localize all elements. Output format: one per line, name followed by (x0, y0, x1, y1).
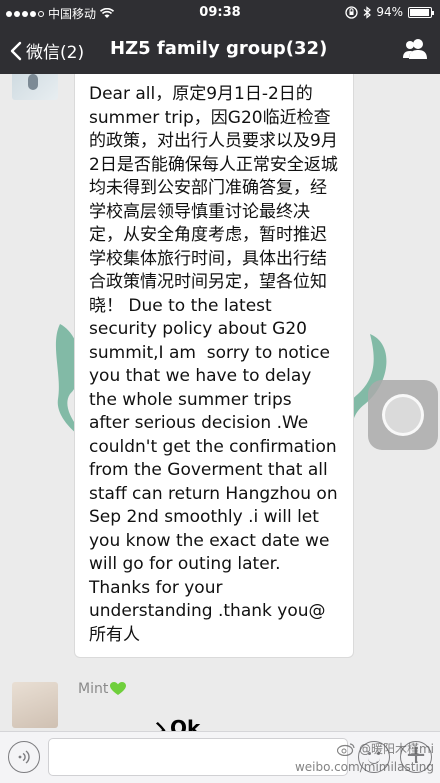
battery-icon (408, 6, 434, 18)
avatar[interactable] (12, 682, 58, 728)
green-heart-icon (110, 682, 127, 695)
chevron-left-icon (10, 41, 22, 60)
assistive-touch-icon (382, 394, 424, 436)
watermark: @暖阳木槿mi weibo.com/mimilasting (295, 740, 434, 776)
status-bar: 中国移动 09:38 94% (0, 0, 440, 26)
back-button[interactable]: 微信(2) (10, 38, 84, 63)
message-text: Dear all，原定9月1日-2日的summer trip，因G20临近检查的… (89, 84, 349, 645)
bluetooth-icon (363, 5, 372, 19)
back-label: 微信(2) (26, 43, 85, 63)
sender-name-label: Mint (78, 681, 109, 697)
message-preview: ゝOk (150, 716, 201, 731)
voice-icon (18, 750, 30, 764)
nav-bar: 微信(2) HZ5 family group(32) (0, 26, 440, 74)
chat-area[interactable]: Dear all，原定9月1日-2日的summer trip，因G20临近检查的… (0, 74, 440, 731)
group-members-button[interactable] (402, 38, 428, 64)
weibo-logo-icon (336, 743, 355, 756)
voice-button[interactable] (8, 741, 40, 773)
chat-title: HZ5 family group(32) (110, 38, 328, 59)
watermark-line1: @暖阳木槿mi (295, 740, 434, 758)
assistive-touch-button[interactable] (368, 380, 438, 450)
watermark-line2: weibo.com/mimilasting (294, 760, 434, 774)
watermark-handle: @暖阳木槿mi (358, 742, 434, 756)
sender-name: Mint (78, 681, 127, 697)
rotation-lock-icon (345, 5, 358, 19)
battery-percent: 94% (376, 5, 403, 19)
message-bubble[interactable]: Dear all，原定9月1日-2日的summer trip，因G20临近检查的… (74, 74, 354, 658)
avatar[interactable] (12, 74, 58, 100)
status-right: 94% (345, 5, 434, 19)
people-icon (403, 39, 427, 59)
